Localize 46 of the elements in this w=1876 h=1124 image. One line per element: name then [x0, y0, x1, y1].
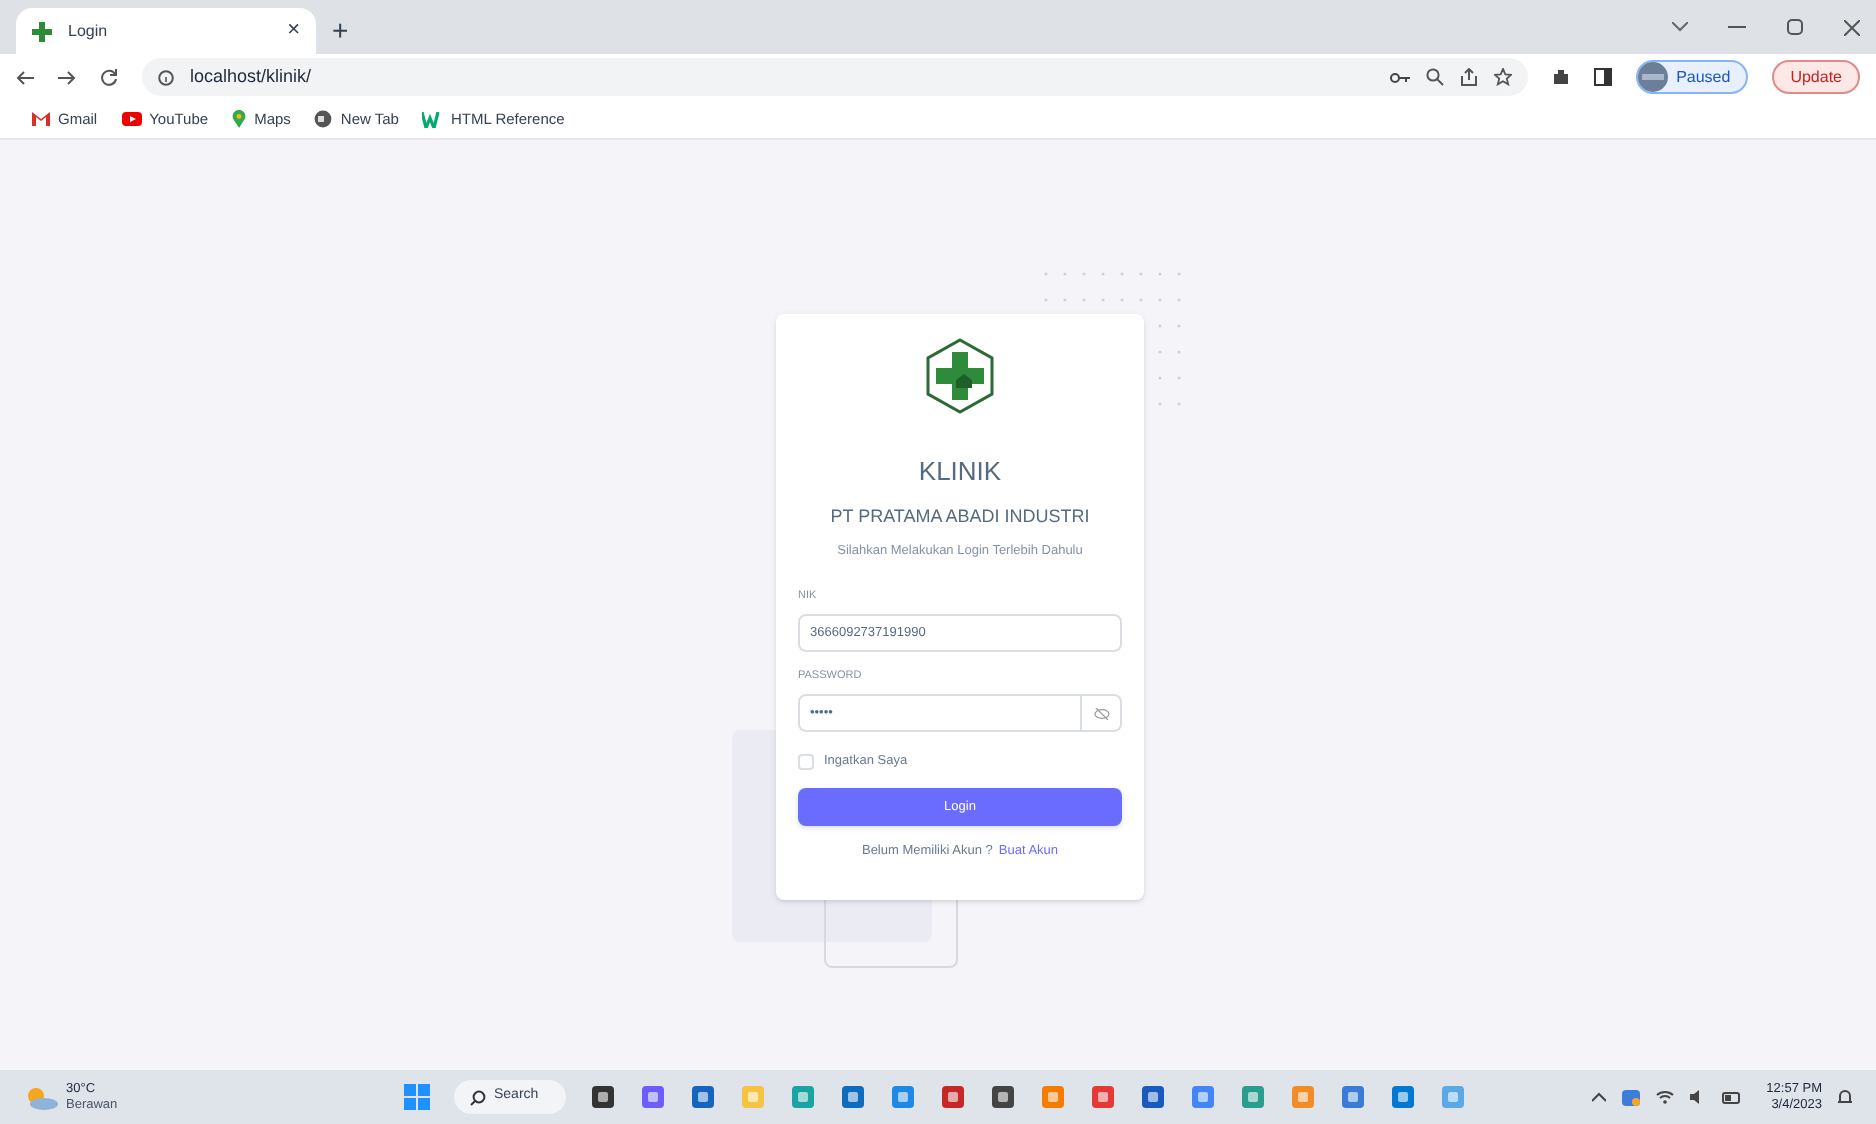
w-logo-icon	[422, 111, 443, 127]
app-icon[interactable]	[690, 1084, 716, 1110]
app-title: KLINIK	[918, 454, 1002, 490]
side-panel-icon[interactable]	[1594, 68, 1613, 86]
remember-checkbox[interactable]	[798, 754, 814, 771]
chevron-up-icon[interactable]	[1592, 1092, 1607, 1102]
app-icon[interactable]	[940, 1084, 966, 1110]
app-icon[interactable]	[990, 1084, 1016, 1110]
address-bar[interactable]: localhost/klinik/	[142, 58, 1529, 96]
profile-status: Paused	[1676, 65, 1731, 89]
reload-icon[interactable]	[100, 68, 118, 86]
zoom-icon[interactable]	[1426, 68, 1445, 86]
app-icon[interactable]	[1140, 1084, 1166, 1110]
forward-arrow-icon[interactable]	[58, 69, 76, 85]
close-icon[interactable]	[1844, 19, 1860, 35]
app-icon[interactable]	[840, 1084, 866, 1110]
company-name: PT PRATAMA ABADI INDUSTRI	[830, 503, 1090, 529]
tab-title: Login	[68, 19, 110, 43]
mail-icon	[32, 112, 50, 126]
restore-icon[interactable]	[1786, 18, 1804, 36]
chevron-down-icon[interactable]	[1672, 22, 1688, 32]
close-tab-button[interactable]: ×	[287, 20, 300, 42]
browser-tab[interactable]: Login ×	[16, 8, 316, 54]
url-text: localhost/klinik/	[190, 63, 314, 90]
windows-icon[interactable]	[404, 1084, 430, 1110]
new-tab-button[interactable]: +	[332, 16, 349, 44]
back-arrow-icon[interactable]	[16, 69, 34, 85]
key-icon[interactable]	[1390, 71, 1411, 83]
info-icon[interactable]	[158, 69, 174, 85]
clinic-logo	[926, 338, 994, 414]
minimize-icon[interactable]	[1728, 25, 1746, 29]
wifi-icon[interactable]	[1656, 1090, 1675, 1104]
update-button[interactable]: Update	[1772, 60, 1860, 94]
play-icon	[121, 112, 142, 126]
battery-icon[interactable]	[1722, 1091, 1743, 1103]
share-icon[interactable]	[1460, 68, 1479, 86]
map-pin-icon	[232, 110, 247, 128]
search-icon	[470, 1089, 486, 1105]
app-icon[interactable]	[590, 1084, 616, 1110]
avatar-icon	[1638, 62, 1669, 92]
bell-icon[interactable]	[1838, 1088, 1852, 1106]
star-icon[interactable]	[1494, 68, 1513, 86]
onedrive-icon[interactable]	[1622, 1089, 1641, 1105]
cross-icon	[32, 21, 52, 41]
profile-button[interactable]: Paused	[1636, 60, 1749, 94]
eye-slash-icon[interactable]	[1093, 707, 1109, 720]
